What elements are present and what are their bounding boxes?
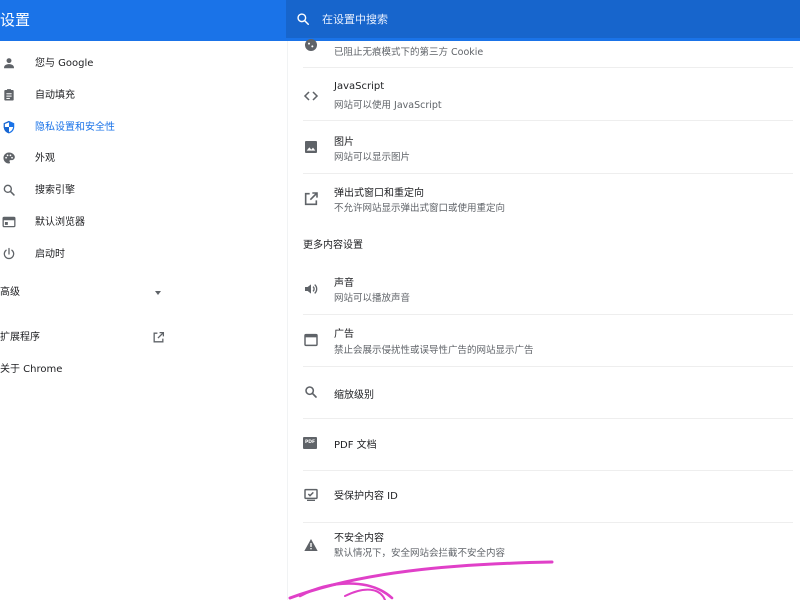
row-title: 广告 bbox=[334, 329, 354, 340]
pdf-icon: PDF bbox=[303, 437, 317, 449]
warning-icon bbox=[304, 539, 318, 551]
sidebar-item-label: 默认浏览器 bbox=[35, 217, 85, 228]
content-settings-panel: 已阻止无痕模式下的第三方 Cookie JavaScript 网站可以使用 Ja… bbox=[287, 39, 800, 600]
pdf-documents-row[interactable]: PDF PDF 文档 bbox=[287, 419, 797, 469]
chevron-down-icon bbox=[155, 291, 161, 295]
sidebar-item-about-chrome[interactable]: 关于 Chrome bbox=[0, 357, 200, 383]
extensions-label: 扩展程序 bbox=[0, 332, 40, 343]
power-icon bbox=[3, 247, 15, 260]
row-title: 图片 bbox=[334, 137, 354, 148]
ads-row[interactable]: 广告 禁止会展示侵扰性或误导性广告的网站显示广告 bbox=[287, 315, 797, 365]
open-in-new-icon bbox=[304, 192, 318, 206]
code-icon bbox=[303, 91, 319, 101]
sound-row[interactable]: 声音 网站可以播放声音 bbox=[287, 265, 797, 313]
advanced-label: 高级 bbox=[0, 287, 20, 298]
insecure-content-row[interactable]: 不安全内容 默认情况下，安全网站会拦截不安全内容 bbox=[287, 523, 797, 575]
top-bar: 设置 bbox=[0, 0, 800, 41]
volume-icon bbox=[305, 284, 318, 294]
popups-redirects-row[interactable]: 弹出式窗口和重定向 不允许网站显示弹出式窗口或使用重定向 bbox=[287, 174, 797, 225]
row-subtitle: 网站可以播放声音 bbox=[334, 293, 411, 304]
sidebar-item-label: 隐私设置和安全性 bbox=[35, 122, 115, 133]
cookies-subtitle: 已阻止无痕模式下的第三方 Cookie bbox=[334, 47, 484, 58]
search-icon bbox=[297, 13, 310, 26]
sidebar-item-on-startup[interactable]: 启动时 bbox=[0, 242, 200, 268]
ad-window-icon bbox=[304, 333, 318, 347]
about-label: 关于 Chrome bbox=[0, 364, 63, 375]
person-icon bbox=[4, 58, 14, 69]
more-content-settings-heading: 更多内容设置 bbox=[303, 240, 363, 251]
javascript-row[interactable]: JavaScript 网站可以使用 JavaScript bbox=[287, 68, 797, 119]
open-in-new-icon bbox=[153, 331, 165, 343]
row-title: JavaScript bbox=[334, 81, 385, 92]
cookie-icon bbox=[305, 39, 317, 51]
row-subtitle: 默认情况下，安全网站会拦截不安全内容 bbox=[334, 548, 506, 559]
browser-icon bbox=[2, 216, 16, 228]
cookies-row[interactable]: 已阻止无痕模式下的第三方 Cookie bbox=[287, 39, 797, 65]
protected-content-row[interactable]: 受保护内容 ID bbox=[287, 471, 797, 521]
sidebar-item-label: 搜索引擎 bbox=[35, 185, 75, 196]
protected-content-icon bbox=[304, 488, 318, 501]
sidebar-item-default-browser[interactable]: 默认浏览器 bbox=[0, 210, 200, 236]
zoom-icon bbox=[305, 386, 317, 398]
page-title: 设置 bbox=[0, 11, 31, 29]
row-subtitle: 网站可以显示图片 bbox=[334, 152, 411, 163]
row-title: PDF 文档 bbox=[334, 440, 377, 451]
row-subtitle: 不允许网站显示弹出式窗口或使用重定向 bbox=[334, 203, 506, 214]
shield-icon bbox=[3, 120, 15, 134]
image-icon bbox=[305, 141, 317, 153]
row-subtitle: 禁止会展示侵扰性或误导性广告的网站显示广告 bbox=[334, 345, 534, 356]
clipboard-icon bbox=[4, 89, 14, 101]
search-icon bbox=[3, 184, 15, 196]
sidebar-item-you-and-google[interactable]: 您与 Google bbox=[0, 51, 200, 77]
sidebar-item-label: 您与 Google bbox=[35, 58, 94, 69]
sidebar-item-label: 外观 bbox=[35, 153, 55, 164]
sidebar-item-search-engine[interactable]: 搜索引擎 bbox=[0, 178, 200, 204]
sidebar-item-privacy-security[interactable]: 隐私设置和安全性 bbox=[0, 115, 200, 141]
row-title: 不安全内容 bbox=[334, 533, 384, 544]
sidebar-item-autofill[interactable]: 自动填充 bbox=[0, 83, 200, 109]
sidebar-advanced-toggle[interactable]: 高级 bbox=[0, 280, 170, 306]
sidebar-item-extensions[interactable]: 扩展程序 bbox=[0, 325, 170, 351]
row-title: 弹出式窗口和重定向 bbox=[334, 188, 424, 199]
images-row[interactable]: 图片 网站可以显示图片 bbox=[287, 121, 797, 172]
row-title: 缩放级别 bbox=[334, 390, 374, 401]
search-box[interactable] bbox=[286, 0, 800, 38]
row-subtitle: 网站可以使用 JavaScript bbox=[334, 100, 442, 111]
sidebar: 您与 Google 自动填充 隐私设置和安全性 外观 搜索引擎 默认浏览器 启动… bbox=[0, 41, 286, 600]
zoom-levels-row[interactable]: 缩放级别 bbox=[287, 367, 797, 417]
row-title: 声音 bbox=[334, 278, 354, 289]
settings-window: 设置 您与 Google 自动填充 bbox=[0, 0, 800, 600]
palette-icon bbox=[3, 152, 15, 164]
sidebar-item-label: 启动时 bbox=[35, 249, 65, 260]
sidebar-item-label: 自动填充 bbox=[35, 90, 75, 101]
search-input[interactable] bbox=[322, 0, 782, 38]
sidebar-item-appearance[interactable]: 外观 bbox=[0, 146, 200, 172]
row-title: 受保护内容 ID bbox=[334, 491, 398, 502]
